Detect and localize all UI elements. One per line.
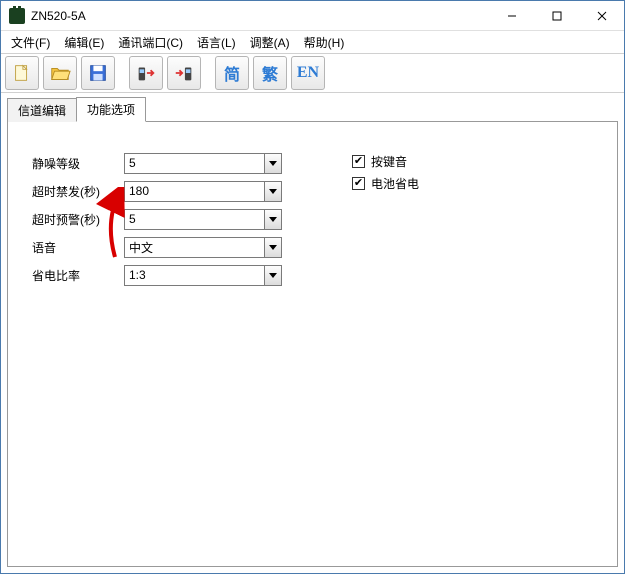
- tab-function-options[interactable]: 功能选项: [76, 97, 146, 122]
- voice-select[interactable]: 中文: [124, 237, 282, 258]
- timeout-warn-value: 5: [129, 212, 136, 226]
- menu-language[interactable]: 语言(L): [191, 32, 242, 53]
- menu-adjust[interactable]: 调整(A): [244, 32, 296, 53]
- battery-save-label: 电池省电: [371, 175, 419, 192]
- dropdown-arrow-icon: [264, 238, 281, 257]
- lang-traditional-button[interactable]: 繁: [253, 56, 287, 90]
- toolbar: 简 繁 EN: [1, 53, 624, 93]
- voice-value: 中文: [129, 239, 153, 256]
- timeout-tx-select[interactable]: 180: [124, 181, 282, 202]
- write-to-radio-button[interactable]: [167, 56, 201, 90]
- keytone-label: 按键音: [371, 153, 407, 170]
- timeout-warn-label: 超时预警(秒): [32, 211, 124, 228]
- power-ratio-label: 省电比率: [32, 267, 124, 284]
- menu-comport[interactable]: 通讯端口(C): [112, 32, 189, 53]
- client-area: 信道编辑 功能选项 静噪等级 5 超时禁发(秒) 180: [1, 93, 624, 573]
- dropdown-arrow-icon: [264, 266, 281, 285]
- menubar: 文件(F) 编辑(E) 通讯端口(C) 语言(L) 调整(A) 帮助(H): [1, 31, 624, 53]
- timeout-tx-value: 180: [129, 184, 149, 198]
- minimize-icon: [507, 11, 517, 21]
- titlebar: ZN520-5A: [1, 1, 624, 31]
- app-icon: [9, 8, 25, 24]
- voice-label: 语音: [32, 239, 124, 256]
- new-file-icon: [11, 62, 33, 84]
- tabpage-function-options: 静噪等级 5 超时禁发(秒) 180 超时预: [7, 121, 618, 567]
- folder-open-icon: [49, 62, 71, 84]
- timeout-warn-select[interactable]: 5: [124, 209, 282, 230]
- new-button[interactable]: [5, 56, 39, 90]
- power-ratio-value: 1:3: [129, 268, 146, 282]
- menu-file[interactable]: 文件(F): [5, 32, 56, 53]
- power-ratio-select[interactable]: 1:3: [124, 265, 282, 286]
- squelch-label: 静噪等级: [32, 155, 124, 172]
- write-radio-icon: [173, 62, 195, 84]
- menu-edit[interactable]: 编辑(E): [58, 32, 110, 53]
- dropdown-arrow-icon: [264, 154, 281, 173]
- timeout-tx-label: 超时禁发(秒): [32, 183, 124, 200]
- lang-english-button[interactable]: EN: [291, 56, 325, 90]
- tabstrip: 信道编辑 功能选项: [7, 97, 618, 121]
- window-controls: [489, 1, 624, 30]
- minimize-button[interactable]: [489, 1, 534, 31]
- close-icon: [597, 11, 607, 21]
- app-window: ZN520-5A 文件(F) 编辑(E) 通讯端口(C) 语言(L) 调整(A)…: [0, 0, 625, 574]
- squelch-value: 5: [129, 156, 136, 170]
- lang-simplified-button[interactable]: 简: [215, 56, 249, 90]
- window-title: ZN520-5A: [31, 9, 489, 23]
- save-button[interactable]: [81, 56, 115, 90]
- battery-save-checkbox[interactable]: ✔: [352, 177, 365, 190]
- open-button[interactable]: [43, 56, 77, 90]
- keytone-checkbox[interactable]: ✔: [352, 155, 365, 168]
- read-radio-icon: [135, 62, 157, 84]
- squelch-select[interactable]: 5: [124, 153, 282, 174]
- maximize-button[interactable]: [534, 1, 579, 31]
- save-icon: [87, 62, 109, 84]
- menu-help[interactable]: 帮助(H): [298, 32, 351, 53]
- dropdown-arrow-icon: [264, 210, 281, 229]
- maximize-icon: [552, 11, 562, 21]
- tab-channel-edit[interactable]: 信道编辑: [7, 98, 77, 122]
- dropdown-arrow-icon: [264, 182, 281, 201]
- close-button[interactable]: [579, 1, 624, 31]
- read-from-radio-button[interactable]: [129, 56, 163, 90]
